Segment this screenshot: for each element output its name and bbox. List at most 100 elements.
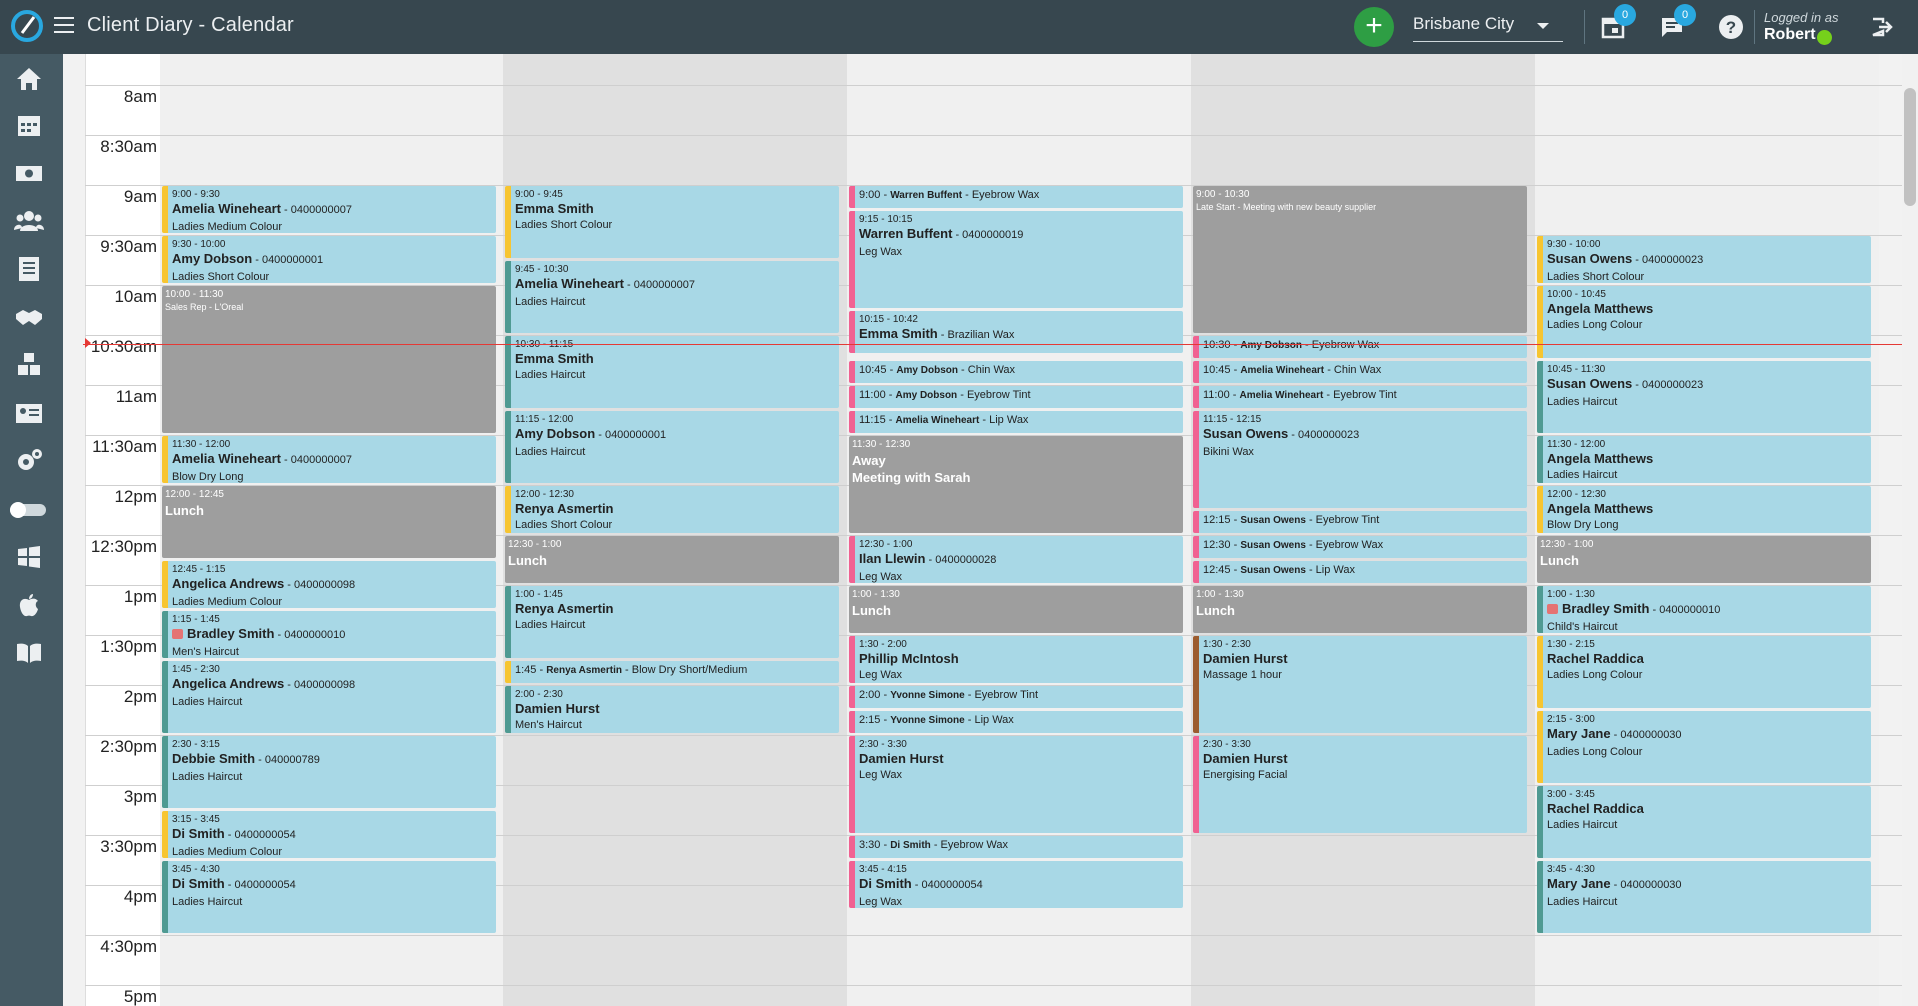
client-phone: - 0400000098 <box>284 679 356 691</box>
appointment-client: Mary Jane - 0400000030 <box>1543 875 1871 893</box>
appointment[interactable]: 1:30 - 2:15 Rachel Raddica Ladies Long Col… <box>1537 636 1871 708</box>
appointment[interactable]: 12:30 - 1:00 Ilan Llewin - 0400000028 Leg … <box>849 536 1183 583</box>
appointment[interactable]: 2:30 - 3:30 Damien Hurst Leg Wax <box>849 736 1183 833</box>
clients-icon[interactable] <box>14 206 44 236</box>
add-appointment-button[interactable]: + <box>1354 7 1394 47</box>
logout-icon[interactable] <box>1869 14 1895 40</box>
appointment[interactable]: 2:30 - 3:15 Debbie Smith - 040000789 Ladie… <box>162 736 496 808</box>
notes-icon[interactable] <box>14 254 44 284</box>
service-name: Ladies Haircut <box>172 771 243 783</box>
appointment[interactable]: 3:15 - 3:45 Di Smith - 0400000054 Ladies M… <box>162 811 496 858</box>
service-name: Ladies Haircut <box>172 896 243 908</box>
service-name: Massage 1 hour <box>1203 669 1282 681</box>
blocked-time[interactable]: 12:00 - 12:45 Lunch <box>162 486 496 558</box>
appointment[interactable]: 1:30 - 2:00 Phillip McIntosh Leg Wax <box>849 636 1183 683</box>
appointment[interactable]: 2:15 - Yvonne Simone - Lip Wax <box>849 711 1183 733</box>
location-select[interactable]: Brisbane City <box>1413 14 1563 42</box>
blocked-time[interactable]: 1:00 - 1:30 Lunch <box>1193 586 1527 633</box>
calendar-icon[interactable] <box>14 110 44 140</box>
appointment[interactable]: 12:00 - 12:30 Renya Asmertin Ladies Short … <box>505 486 839 533</box>
appointment[interactable]: 1:30 - 2:30 Damien Hurst Massage 1 hour <box>1193 636 1527 733</box>
help-icon[interactable]: ? <box>1718 14 1744 40</box>
appointment[interactable]: 3:45 - 4:15 Di Smith - 0400000054 Leg Wax <box>849 861 1183 908</box>
service-name: Eyebrow Wax <box>1311 339 1380 351</box>
appointment[interactable]: 12:45 - Susan Owens - Lip Wax <box>1193 561 1527 583</box>
appointment[interactable]: 9:00 - Warren Buffent - Eyebrow Wax <box>849 186 1183 208</box>
blocked-time[interactable]: 1:00 - 1:30 Lunch <box>849 586 1183 633</box>
appointment[interactable]: 11:15 - Amelia Wineheart - Lip Wax <box>849 411 1183 433</box>
appointment-client: Damien Hurst <box>1199 650 1527 666</box>
appointment[interactable]: 2:30 - 3:30 Damien Hurst Energising Facial <box>1193 736 1527 833</box>
boxes-icon[interactable] <box>14 350 44 380</box>
appointment[interactable]: 2:00 - 2:30 Damien Hurst Men's Haircut <box>505 686 839 733</box>
vertical-scrollbar[interactable] <box>1902 54 1918 1006</box>
cash-icon[interactable] <box>14 158 44 188</box>
appointment[interactable]: 9:30 - 10:00 Amy Dobson - 0400000001 Ladie… <box>162 236 496 283</box>
appointment[interactable]: 11:00 - Amy Dobson - Eyebrow Tint <box>849 386 1183 408</box>
appointment[interactable]: 9:00 - 9:30 Amelia Wineheart - 0400000007… <box>162 186 496 233</box>
appointment-time: 10:30 <box>1203 339 1231 351</box>
appointment-summary: 2:15 - Yvonne Simone - Lip Wax <box>859 714 1014 726</box>
appointment[interactable]: 11:15 - 12:00 Amy Dobson - 0400000001 Ladi… <box>505 411 839 483</box>
client-phone: - 0400000023 <box>1632 379 1704 391</box>
service-name: Ladies Haircut <box>1547 469 1618 481</box>
apple-icon[interactable] <box>14 590 44 620</box>
service-name: Ladies Short Colour <box>172 271 270 283</box>
appointment[interactable]: 3:45 - 4:30 Mary Jane - 0400000030 Ladies … <box>1537 861 1871 933</box>
appointment[interactable]: 9:15 - 10:15 Warren Buffent - 0400000019 L… <box>849 211 1183 308</box>
appointment-time: 12:30 <box>1203 539 1231 551</box>
appointment[interactable]: 10:30 - 11:15Emma Smith Ladies Haircut <box>505 336 839 408</box>
appointment[interactable]: 11:00 - Amelia Wineheart - Eyebrow Tint <box>1193 386 1527 408</box>
client-name: Debbie Smith <box>172 751 256 766</box>
appointment[interactable]: 1:15 - 1:45 Bradley Smith - 0400000010 Men… <box>162 611 496 658</box>
appointment[interactable]: 11:30 - 12:00 Angela Matthews Ladies Hairc… <box>1537 436 1871 483</box>
appointment[interactable]: 3:00 - 3:45 Rachel Raddica Ladies Haircut <box>1537 786 1871 858</box>
service-name: Blow Dry Short/Medium <box>631 664 748 676</box>
home-icon[interactable] <box>14 64 44 94</box>
appointment[interactable]: 12:15 - Susan Owens - Eyebrow Tint <box>1193 511 1527 533</box>
appointment[interactable]: 10:30 - Amy Dobson - Eyebrow Wax <box>1193 336 1527 358</box>
appointment[interactable]: 10:45 - Amelia Wineheart - Chin Wax <box>1193 361 1527 383</box>
appointment[interactable]: 12:30 - Susan Owens - Eyebrow Wax <box>1193 536 1527 558</box>
blocked-time[interactable]: 11:30 - 12:30 Away Meeting with Sarah <box>849 436 1183 533</box>
appointment[interactable]: 10:00 - 10:45 Angela Matthews Ladies Long … <box>1537 286 1871 358</box>
appointment[interactable]: 10:15 - 10:42 Emma Smith - Brazilian Wax <box>849 311 1183 353</box>
appointment[interactable]: 10:45 - Amy Dobson - Chin Wax <box>849 361 1183 383</box>
appointment[interactable]: 11:30 - 12:00 Amelia Wineheart - 04000000… <box>162 436 496 483</box>
appointment[interactable]: 9:30 - 10:00 Susan Owens - 0400000023 Ladi… <box>1537 236 1871 283</box>
appointment[interactable]: 1:45 - 2:30 Angelica Andrews - 0400000098… <box>162 661 496 733</box>
appointment-time: 11:15 - 12:00 <box>515 414 574 425</box>
menu-icon[interactable] <box>54 17 74 37</box>
appointment[interactable]: 1:00 - 1:30 Bradley Smith - 0400000010 Chi… <box>1537 586 1871 633</box>
appointment[interactable]: 1:45 - Renya Asmertin - Blow Dry Short/M… <box>505 661 839 683</box>
appointment[interactable]: 12:00 - 12:30 Angela Matthews Blow Dry Lon… <box>1537 486 1871 533</box>
appointment[interactable]: 1:00 - 1:45 Renya Asmertin Ladies Haircut <box>505 586 839 658</box>
handshake-icon[interactable] <box>14 302 44 332</box>
appointment-client: Bradley Smith - 0400000010 <box>1543 600 1871 618</box>
service-name: Eyebrow Tint <box>974 689 1039 701</box>
appointment[interactable]: 10:45 - 11:30 Susan Owens - 0400000023 Lad… <box>1537 361 1871 433</box>
appointment[interactable]: 11:15 - 12:15 Susan Owens - 0400000023 Bik… <box>1193 411 1527 508</box>
id-card-icon[interactable] <box>14 398 44 428</box>
appointment[interactable]: 9:45 - 10:30 Amelia Wineheart - 040000000… <box>505 261 839 333</box>
windows-icon[interactable] <box>14 542 44 572</box>
appointment[interactable]: 2:15 - 3:00 Mary Jane - 0400000030 Ladies … <box>1537 711 1871 783</box>
client-name: Mary Jane <box>1547 876 1611 891</box>
scrollbar-thumb[interactable] <box>1904 88 1916 206</box>
book-icon[interactable] <box>14 638 44 668</box>
divider <box>1754 10 1755 44</box>
appointment[interactable]: 12:45 - 1:15 Angelica Andrews - 040000009… <box>162 561 496 608</box>
blocked-time[interactable]: 9:00 - 10:30 Late Start - Meeting with ne… <box>1193 186 1527 333</box>
blocked-time[interactable]: 12:30 - 1:00 Lunch <box>505 536 839 583</box>
client-phone: - 040000789 <box>255 754 320 766</box>
app-logo-icon[interactable] <box>10 9 44 43</box>
appointment[interactable]: 2:00 - Yvonne Simone - Eyebrow Tint <box>849 686 1183 708</box>
blocked-time[interactable]: 12:30 - 1:00 Lunch <box>1537 536 1871 583</box>
settings-icon[interactable] <box>14 446 44 476</box>
toggle-icon[interactable] <box>8 494 48 524</box>
client-name: Renya Asmertin <box>546 665 622 676</box>
appointment[interactable]: 3:30 - Di Smith - Eyebrow Wax <box>849 836 1183 858</box>
appointment[interactable]: 9:00 - 9:45 Emma Smith Ladies Short Colour <box>505 186 839 258</box>
blocked-time[interactable]: 10:00 - 11:30 Sales Rep - L'Oreal <box>162 286 496 433</box>
appointment[interactable]: 3:45 - 4:30 Di Smith - 0400000054 Ladies H… <box>162 861 496 933</box>
